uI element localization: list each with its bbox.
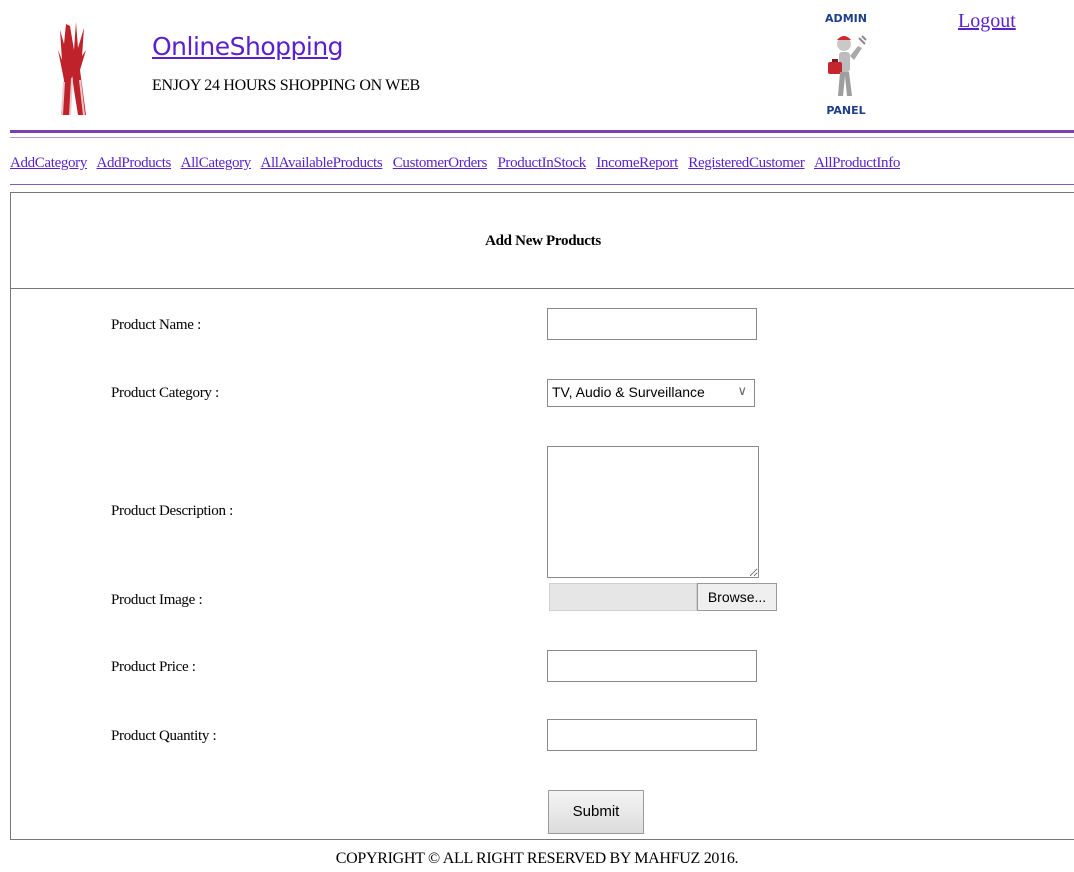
admin-panel-bottom-text: PANEL	[826, 104, 866, 117]
browse-button[interactable]: Browse...	[697, 583, 777, 611]
nav-add-products[interactable]: AddProducts	[97, 155, 172, 171]
nav-all-available-products[interactable]: AllAvailableProducts	[261, 155, 383, 171]
product-name-label: Product Name :	[111, 317, 201, 333]
product-category-select[interactable]: TV, Audio & Surveillance ∨	[547, 379, 755, 407]
product-name-input[interactable]	[547, 308, 757, 340]
page: OnlineShopping ENJOY 24 HOURS SHOPPING O…	[0, 0, 1074, 872]
admin-worker-icon	[824, 32, 868, 100]
product-image-label: Product Image :	[111, 592, 203, 608]
product-image-file-path[interactable]	[549, 583, 697, 611]
nav-all-product-info[interactable]: AllProductInfo	[814, 155, 900, 171]
header-rule-thick	[10, 130, 1074, 133]
product-category-selected: TV, Audio & Surveillance	[552, 384, 705, 400]
add-product-form: Add New Products Product Name : Product …	[10, 192, 1074, 840]
admin-panel-badge: ADMIN PANEL	[808, 12, 884, 120]
logout-link[interactable]: Logout	[958, 10, 1016, 33]
nav-rule	[10, 184, 1074, 185]
nav-registered-customer[interactable]: RegisteredCustomer	[688, 155, 805, 171]
product-category-label: Product Category :	[111, 385, 219, 401]
product-price-label: Product Price :	[111, 659, 196, 675]
nav-product-in-stock[interactable]: ProductInStock	[497, 155, 586, 171]
nav-all-category[interactable]: AllCategory	[181, 155, 252, 171]
nav-income-report[interactable]: IncomeReport	[596, 155, 678, 171]
shop-logo	[52, 20, 96, 120]
product-quantity-label: Product Quantity :	[111, 728, 217, 744]
product-description-label: Product Description :	[111, 503, 234, 519]
header-rule-thin	[10, 137, 1074, 138]
admin-nav: AddCategory AddProducts AllCategory AllA…	[10, 155, 907, 172]
footer-copyright: COPYRIGHT © ALL RIGHT RESERVED BY MAHFUZ…	[335, 850, 739, 867]
product-description-textarea[interactable]	[547, 446, 759, 578]
chevron-down-icon: ∨	[737, 383, 747, 398]
site-tagline: ENJOY 24 HOURS SHOPPING ON WEB	[152, 77, 420, 94]
product-quantity-input[interactable]	[547, 719, 757, 751]
form-title: Add New Products	[485, 233, 601, 249]
product-price-input[interactable]	[547, 650, 757, 682]
form-title-divider	[11, 288, 1074, 289]
nav-add-category[interactable]: AddCategory	[10, 155, 87, 171]
site-title-link[interactable]: OnlineShopping	[152, 32, 344, 61]
submit-button[interactable]: Submit	[548, 790, 644, 834]
nav-customer-orders[interactable]: CustomerOrders	[393, 155, 488, 171]
admin-panel-top-text: ADMIN	[825, 12, 867, 25]
